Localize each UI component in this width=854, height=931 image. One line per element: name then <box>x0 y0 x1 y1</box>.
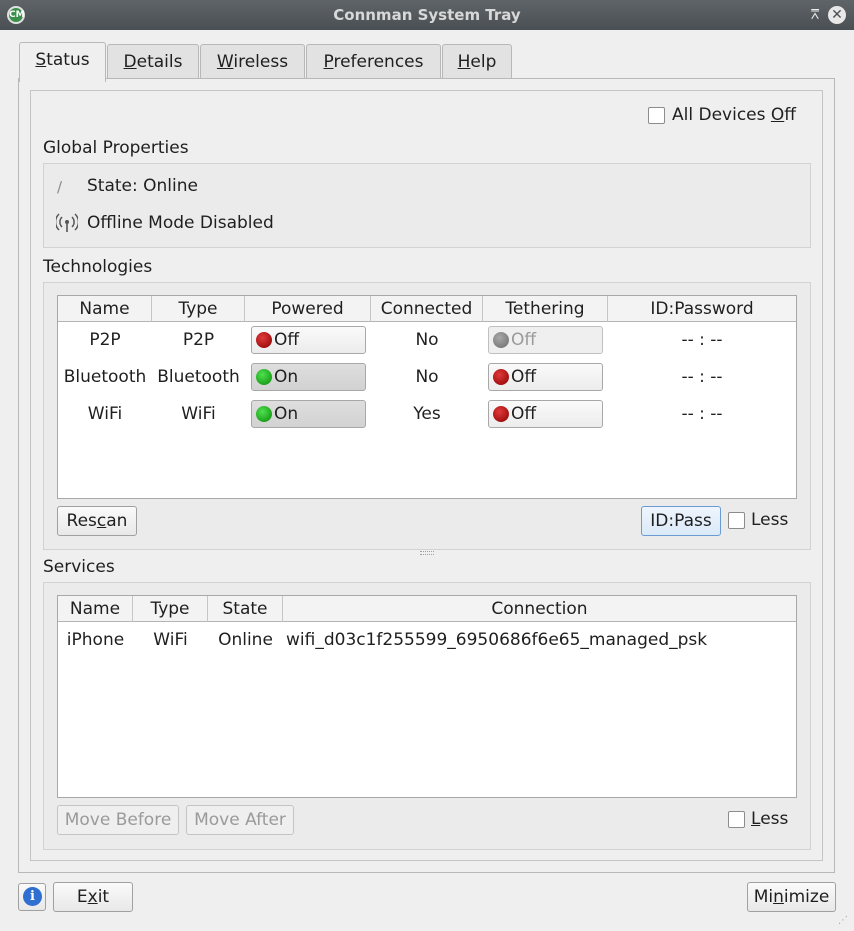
tech-type: P2P <box>182 330 215 350</box>
tech-name: WiFi <box>87 404 123 424</box>
column-header-type[interactable]: Type <box>152 296 245 322</box>
technologies-less-checkbox[interactable] <box>728 512 745 529</box>
powered-toggle-button[interactable]: On <box>251 400 366 428</box>
tab-details[interactable]: Details <box>107 44 199 79</box>
connection-state-icon: ∕ <box>57 178 63 196</box>
services-less-checkbox[interactable] <box>728 811 745 828</box>
all-devices-off-label[interactable]: All Devices Off <box>672 104 796 126</box>
splitter-handle[interactable] <box>420 551 434 555</box>
tethering-toggle-button[interactable]: Off <box>488 326 603 354</box>
column-header-connection[interactable]: Connection <box>283 596 796 622</box>
technologies-table[interactable]: Name Type Powered Connected Tethering ID… <box>57 295 797 499</box>
global-properties-heading: Global Properties <box>43 138 189 158</box>
service-state: Online <box>218 630 273 650</box>
idpassword-value: -- : -- <box>681 330 723 350</box>
technologies-less-label[interactable]: Less <box>751 509 788 531</box>
red-led-icon <box>256 332 272 348</box>
tethering-toggle-button[interactable]: Off <box>488 400 603 428</box>
move-before-button[interactable]: Move Before <box>57 805 179 835</box>
tab-wireless[interactable]: Wireless <box>200 44 305 79</box>
resize-grip-icon[interactable]: ⋰ <box>838 915 850 927</box>
column-header-idpassword[interactable]: ID:Password <box>608 296 796 322</box>
tech-name: P2P <box>89 330 121 350</box>
info-icon: i <box>23 887 42 906</box>
technologies-heading: Technologies <box>43 257 153 277</box>
info-button[interactable]: i <box>18 883 46 911</box>
minimize-button[interactable]: Minimize <box>747 882 836 912</box>
idpassword-value: -- : -- <box>681 404 723 424</box>
connected-value: No <box>415 367 439 387</box>
tech-name: Bluetooth <box>63 367 147 387</box>
state-text: State: Online <box>87 176 198 196</box>
column-header-name[interactable]: Name <box>58 296 152 322</box>
powered-toggle-button[interactable]: Off <box>251 326 366 354</box>
all-devices-off-checkbox[interactable] <box>648 107 665 124</box>
window-title: Connman System Tray <box>333 6 521 24</box>
red-led-icon <box>493 406 509 422</box>
column-header-connected[interactable]: Connected <box>371 296 483 322</box>
powered-toggle-button[interactable]: On <box>251 363 366 391</box>
app-icon[interactable]: CM <box>7 6 25 24</box>
column-header-state[interactable]: State <box>208 596 283 622</box>
green-led-icon <box>256 369 272 385</box>
keep-above-icon[interactable]: ⩞ <box>806 6 824 24</box>
red-led-icon <box>493 369 509 385</box>
offline-mode-text: Offline Mode Disabled <box>87 213 274 233</box>
services-table[interactable]: Name Type State Connection iPhone WiFi O… <box>57 595 797 798</box>
services-heading: Services <box>43 557 115 577</box>
exit-button[interactable]: Exit <box>53 882 133 912</box>
column-header-name[interactable]: Name <box>58 596 133 622</box>
column-header-powered[interactable]: Powered <box>245 296 371 322</box>
tab-preferences[interactable]: Preferences <box>306 44 441 79</box>
move-after-button[interactable]: Move After <box>186 805 294 835</box>
idpass-button[interactable]: ID:Pass <box>641 506 721 536</box>
service-name: iPhone <box>66 630 125 650</box>
close-icon[interactable]: ✕ <box>828 6 846 24</box>
idpassword-value: -- : -- <box>681 367 723 387</box>
green-led-icon <box>256 406 272 422</box>
rescan-button[interactable]: Rescan <box>57 506 137 536</box>
service-type: WiFi <box>153 630 188 650</box>
tech-type: Bluetooth <box>157 367 240 387</box>
services-less-label[interactable]: Less <box>751 808 788 830</box>
column-header-type[interactable]: Type <box>133 596 208 622</box>
connected-value: No <box>415 330 439 350</box>
service-connection: wifi_d03c1f255599_6950686f6e65_managed_p… <box>286 630 708 650</box>
connected-value: Yes <box>413 404 441 424</box>
antenna-icon <box>54 213 80 233</box>
tab-status[interactable]: Status <box>19 42 106 82</box>
title-bar: Connman System Tray <box>0 0 854 30</box>
grey-led-icon <box>493 332 509 348</box>
tech-type: WiFi <box>181 404 216 424</box>
tab-help[interactable]: Help <box>442 44 512 79</box>
column-header-tethering[interactable]: Tethering <box>483 296 608 322</box>
tethering-toggle-button[interactable]: Off <box>488 363 603 391</box>
